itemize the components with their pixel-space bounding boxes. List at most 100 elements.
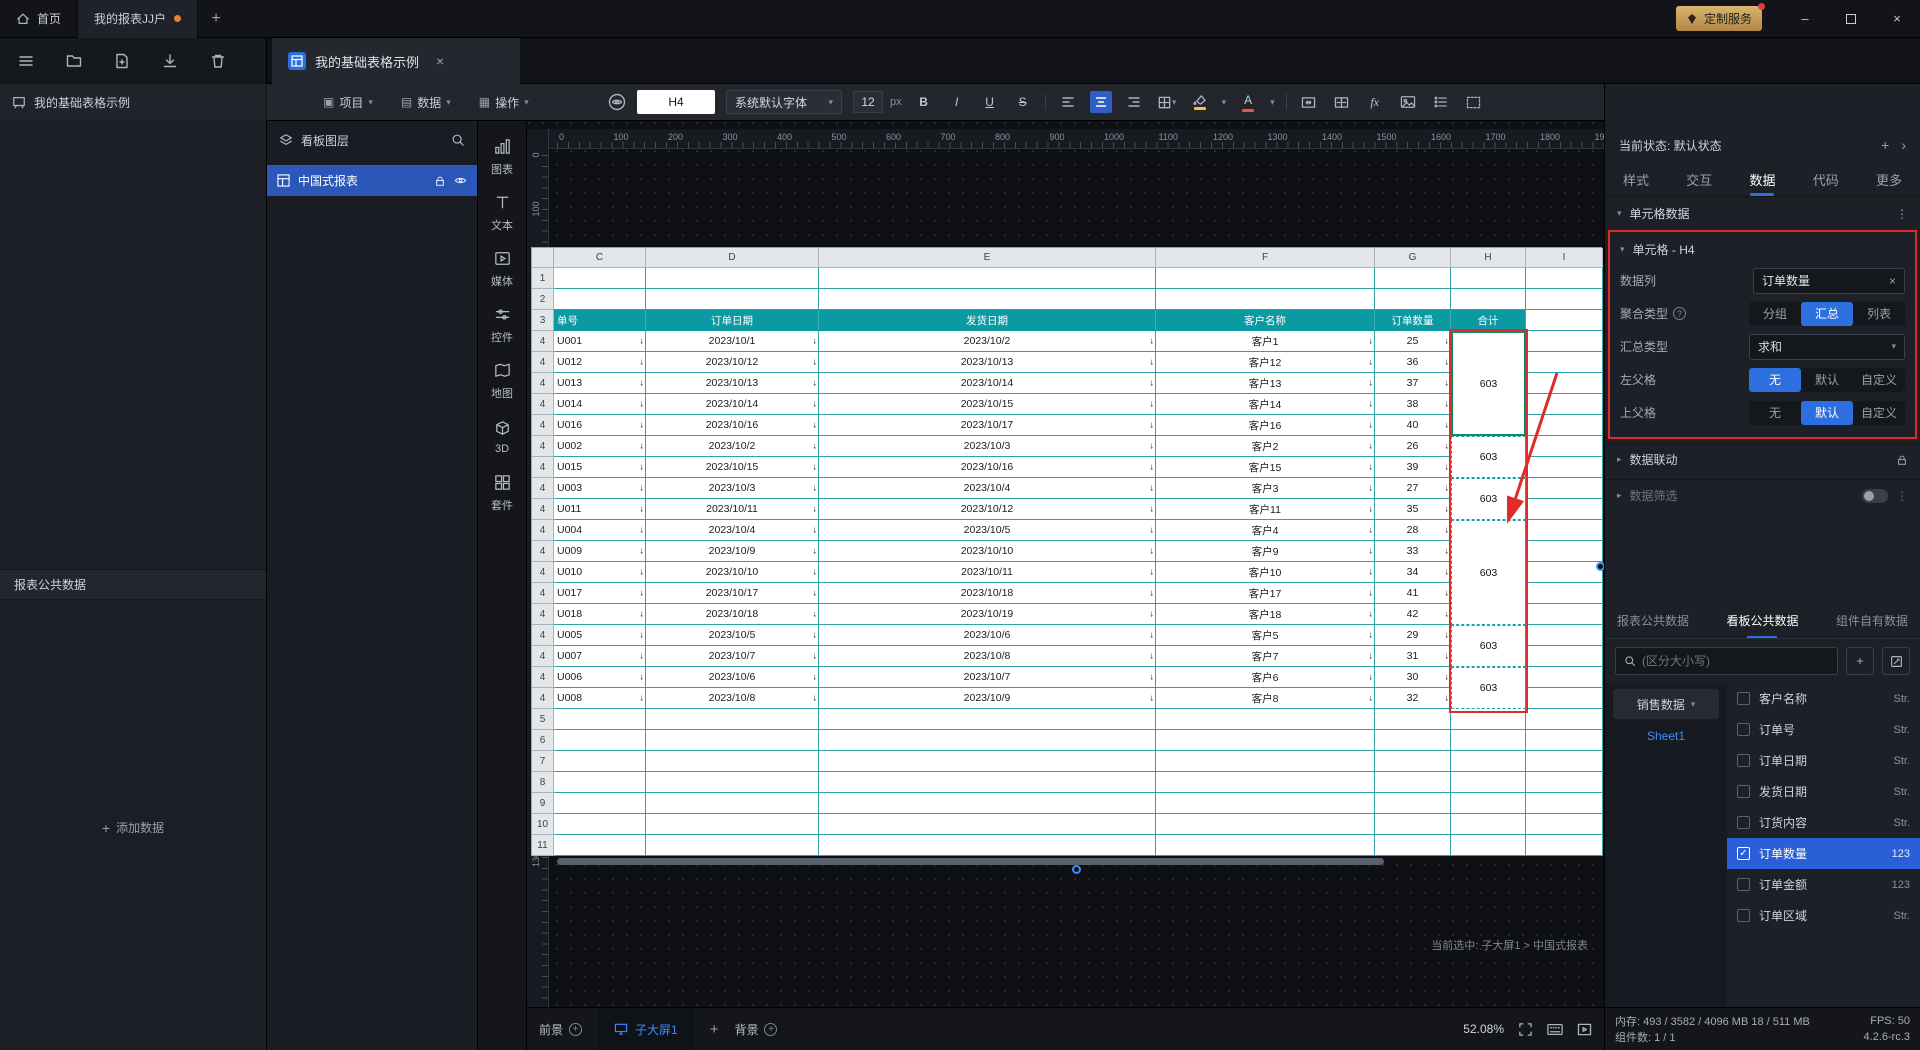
empty-cell[interactable] xyxy=(646,709,819,730)
table-header-cell[interactable]: 订单数量 xyxy=(1375,310,1451,331)
data-cell[interactable]: 41 ↓ xyxy=(1375,583,1451,604)
merged-total-cell[interactable]: 603 xyxy=(1451,478,1526,520)
empty-cell[interactable] xyxy=(1451,289,1526,310)
field-checkbox[interactable] xyxy=(1737,723,1750,736)
data-cell[interactable]: 31 ↓ xyxy=(1375,646,1451,667)
merged-total-cell[interactable]: 603 xyxy=(1451,436,1526,478)
empty-cell[interactable] xyxy=(1526,436,1603,457)
empty-cell[interactable] xyxy=(646,268,819,289)
empty-cell[interactable] xyxy=(1156,709,1375,730)
data-cell[interactable]: 2023/10/10 ↓ xyxy=(646,562,819,583)
underline-button[interactable]: U xyxy=(979,91,1001,113)
empty-cell[interactable] xyxy=(554,709,646,730)
row-number[interactable]: 4 xyxy=(532,415,554,436)
top-parent-default[interactable]: 默认 xyxy=(1801,400,1853,425)
row-number[interactable]: 4 xyxy=(532,583,554,604)
tab-data[interactable]: 数据 xyxy=(1745,162,1779,196)
data-cell[interactable]: 2023/10/8 ↓ xyxy=(646,688,819,709)
empty-cell[interactable] xyxy=(1526,331,1603,352)
download-icon[interactable] xyxy=(162,53,178,69)
data-cell[interactable]: U010 ↓ xyxy=(554,562,646,583)
add-screen-button[interactable]: + xyxy=(710,1021,719,1038)
search-icon[interactable] xyxy=(451,133,465,147)
row-number[interactable]: 5 xyxy=(532,709,554,730)
data-cell[interactable]: U001 ↓ xyxy=(554,331,646,352)
row-number[interactable]: 4 xyxy=(532,478,554,499)
data-cell[interactable]: 2023/10/5 ↓ xyxy=(819,520,1156,541)
formula-button[interactable]: fx xyxy=(1364,91,1386,113)
data-link-section[interactable]: ▸ 数据联动 xyxy=(1605,443,1920,475)
row-number[interactable]: 4 xyxy=(532,667,554,688)
field-checkbox[interactable] xyxy=(1737,785,1750,798)
edit-dataset-button[interactable] xyxy=(1882,647,1910,675)
field-search-box[interactable] xyxy=(1615,647,1838,675)
table-header-cell[interactable]: 发货日期 xyxy=(819,310,1156,331)
row-number[interactable]: 4 xyxy=(532,457,554,478)
data-cell[interactable]: 2023/10/19 ↓ xyxy=(819,604,1156,625)
tab-close-icon[interactable]: × xyxy=(436,53,444,69)
empty-cell[interactable] xyxy=(1451,709,1526,730)
empty-cell[interactable] xyxy=(554,289,646,310)
agg-option-group[interactable]: 分组 xyxy=(1749,302,1801,326)
menu-icon[interactable] xyxy=(18,53,34,69)
empty-cell[interactable] xyxy=(1156,268,1375,289)
empty-cell[interactable] xyxy=(554,793,646,814)
add-state-button[interactable]: + xyxy=(1881,137,1889,153)
data-cell[interactable]: U004 ↓ xyxy=(554,520,646,541)
data-cell[interactable]: 34 ↓ xyxy=(1375,562,1451,583)
empty-cell[interactable] xyxy=(1526,352,1603,373)
data-cell[interactable]: 36 ↓ xyxy=(1375,352,1451,373)
data-cell[interactable]: 客户18 ↓ xyxy=(1156,604,1375,625)
empty-cell[interactable] xyxy=(1526,625,1603,646)
empty-cell[interactable] xyxy=(1526,583,1603,604)
data-cell[interactable]: U006 ↓ xyxy=(554,667,646,688)
empty-cell[interactable] xyxy=(1526,667,1603,688)
empty-cell[interactable] xyxy=(819,289,1156,310)
data-cell[interactable]: 客户5 ↓ xyxy=(1156,625,1375,646)
expand-states-button[interactable]: › xyxy=(1901,137,1906,153)
new-tab-button[interactable]: + xyxy=(198,10,234,28)
empty-cell[interactable] xyxy=(1526,394,1603,415)
row-number[interactable]: 4 xyxy=(532,646,554,667)
empty-cell[interactable] xyxy=(1451,835,1526,856)
empty-cell[interactable] xyxy=(1526,772,1603,793)
empty-cell[interactable] xyxy=(1526,751,1603,772)
field-row[interactable]: 订单金额 123 xyxy=(1727,869,1920,900)
empty-cell[interactable] xyxy=(554,772,646,793)
empty-cell[interactable] xyxy=(1156,772,1375,793)
data-cell[interactable]: 客户4 ↓ xyxy=(1156,520,1375,541)
empty-cell[interactable] xyxy=(1526,541,1603,562)
row-number[interactable]: 9 xyxy=(532,793,554,814)
field-checkbox[interactable] xyxy=(1737,909,1750,922)
empty-cell[interactable] xyxy=(1375,793,1451,814)
tool-strip-item-cube[interactable]: 3D xyxy=(478,409,527,465)
empty-cell[interactable] xyxy=(1156,289,1375,310)
zoom-level[interactable]: 52.08% xyxy=(1463,1022,1504,1036)
empty-cell[interactable] xyxy=(819,709,1156,730)
empty-cell[interactable] xyxy=(1526,793,1603,814)
cell-data-section-header[interactable]: ▾ 单元格数据 ⋮ xyxy=(1605,196,1920,230)
empty-cell[interactable] xyxy=(1526,415,1603,436)
data-cell[interactable]: 客户9 ↓ xyxy=(1156,541,1375,562)
new-file-icon[interactable] xyxy=(114,53,130,69)
data-cell[interactable]: U018 ↓ xyxy=(554,604,646,625)
summary-type-select[interactable]: 求和 ▾ xyxy=(1749,333,1905,360)
empty-cell[interactable] xyxy=(1451,772,1526,793)
row-number[interactable]: 1 xyxy=(532,268,554,289)
empty-cell[interactable] xyxy=(646,751,819,772)
empty-cell[interactable] xyxy=(1451,268,1526,289)
empty-cell[interactable] xyxy=(1526,457,1603,478)
tab-interaction[interactable]: 交互 xyxy=(1682,162,1716,196)
menu-ops[interactable]: ▦ 操作 ▾ xyxy=(479,94,529,111)
lock-icon[interactable] xyxy=(434,175,446,187)
fill-color-button[interactable] xyxy=(1189,91,1211,113)
empty-cell[interactable] xyxy=(1156,793,1375,814)
field-checkbox[interactable]: ✓ xyxy=(1737,847,1750,860)
empty-cell[interactable] xyxy=(819,751,1156,772)
data-cell[interactable]: 2023/10/14 ↓ xyxy=(646,394,819,415)
column-letter[interactable]: D xyxy=(646,248,819,268)
empty-cell[interactable] xyxy=(646,814,819,835)
data-cell[interactable]: 32 ↓ xyxy=(1375,688,1451,709)
row-number[interactable]: 4 xyxy=(532,562,554,583)
row-number[interactable]: 4 xyxy=(532,625,554,646)
